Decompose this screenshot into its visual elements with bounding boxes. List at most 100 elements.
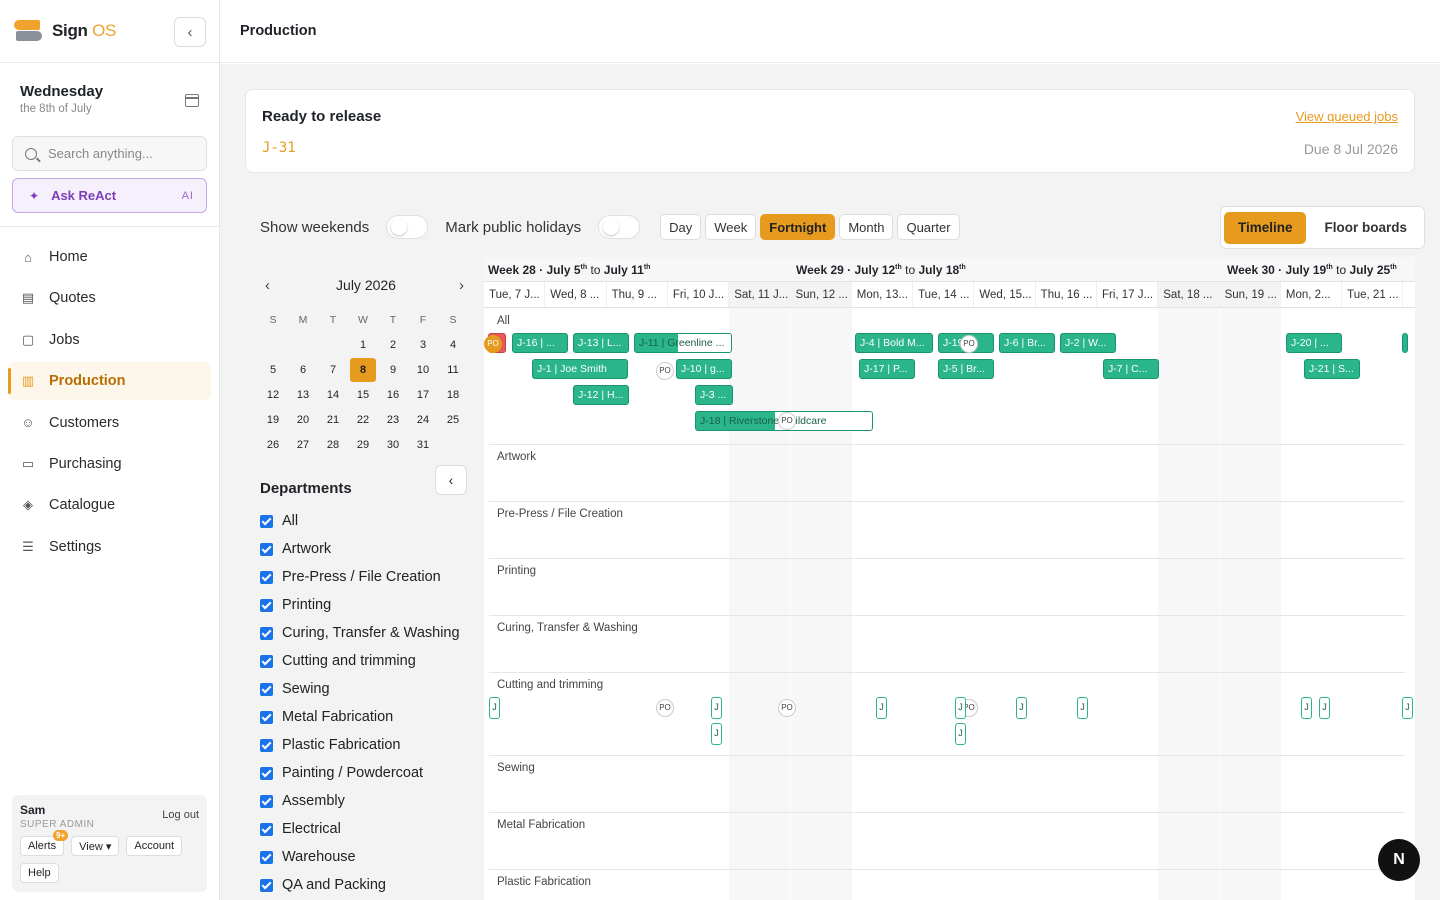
calendar-day[interactable]: 2 bbox=[380, 333, 406, 357]
department-item[interactable]: QA and Packing bbox=[260, 871, 460, 899]
range-month-button[interactable]: Month bbox=[839, 214, 894, 240]
calendar-day[interactable]: 10 bbox=[410, 358, 436, 382]
job-bar[interactable]: J-12 | H... bbox=[573, 385, 629, 405]
tab-timeline[interactable]: Timeline bbox=[1223, 211, 1307, 244]
department-item[interactable]: Sewing bbox=[260, 675, 460, 703]
department-item[interactable]: Plastic Fabrication bbox=[260, 731, 460, 759]
nav-item-catalogue[interactable]: ◈ Catalogue bbox=[8, 486, 211, 524]
job-bar[interactable]: J-2 | W... bbox=[1060, 333, 1116, 353]
checkbox[interactable] bbox=[260, 598, 273, 612]
calendar-day[interactable]: 22 bbox=[350, 408, 376, 432]
department-item[interactable]: Electrical bbox=[260, 815, 460, 843]
view-button[interactable]: View ▾ bbox=[71, 836, 120, 856]
department-item[interactable]: Artwork bbox=[260, 535, 460, 563]
job-marker[interactable]: J bbox=[489, 697, 500, 719]
account-button[interactable]: Account bbox=[126, 836, 183, 856]
calendar-day[interactable]: 30 bbox=[380, 433, 406, 457]
calendar-day[interactable]: 13 bbox=[290, 383, 316, 407]
job-bar[interactable] bbox=[1402, 333, 1408, 353]
range-week-button[interactable]: Week bbox=[705, 214, 757, 240]
calendar-day[interactable]: 12 bbox=[260, 383, 286, 407]
calendar-day[interactable]: 7 bbox=[320, 358, 346, 382]
nav-item-home[interactable]: ⌂ Home bbox=[8, 238, 211, 276]
job-bar[interactable]: J-13 | L... bbox=[573, 333, 629, 353]
checkbox[interactable] bbox=[260, 682, 273, 696]
calendar-day[interactable]: 21 bbox=[320, 408, 346, 432]
calendar-day[interactable]: 17 bbox=[410, 383, 436, 407]
job-marker[interactable]: J bbox=[1077, 697, 1088, 719]
calendar-day[interactable]: 23 bbox=[380, 408, 406, 432]
job-bar[interactable]: J-20 | ... bbox=[1286, 333, 1342, 353]
calendar-day[interactable]: 26 bbox=[260, 433, 286, 457]
calendar-day[interactable]: 19 bbox=[260, 408, 286, 432]
purchase-order-marker[interactable]: PO bbox=[778, 699, 796, 717]
nav-item-production[interactable]: ▥ Production bbox=[8, 362, 211, 401]
job-marker[interactable]: J bbox=[711, 697, 722, 719]
job-bar[interactable]: J-5 | Br... bbox=[938, 359, 994, 379]
view-queued-jobs-link[interactable]: View queued jobs bbox=[1296, 109, 1398, 124]
calendar-day[interactable]: 29 bbox=[350, 433, 376, 457]
job-bar[interactable]: J-1 | Joe Smith bbox=[532, 359, 628, 379]
purchase-order-marker[interactable]: PO bbox=[960, 335, 978, 353]
calendar-icon[interactable] bbox=[185, 94, 199, 107]
calendar-day[interactable]: 20 bbox=[290, 408, 316, 432]
calendar-day[interactable]: 16 bbox=[380, 383, 406, 407]
department-item[interactable]: Painting / Powdercoat bbox=[260, 759, 460, 787]
next-app-icon[interactable]: N bbox=[1378, 839, 1420, 881]
checkbox[interactable] bbox=[260, 710, 273, 724]
nav-item-purchasing[interactable]: ▭ Purchasing bbox=[8, 445, 211, 483]
department-item[interactable]: Warehouse bbox=[260, 843, 460, 871]
search-input[interactable]: Search anything... bbox=[12, 136, 207, 171]
calendar-day[interactable]: 27 bbox=[290, 433, 316, 457]
job-bar[interactable]: J-10 | g... bbox=[676, 359, 732, 379]
checkbox[interactable] bbox=[260, 654, 273, 668]
calendar-day[interactable]: 24 bbox=[410, 408, 436, 432]
checkbox[interactable] bbox=[260, 850, 273, 864]
range-day-button[interactable]: Day bbox=[660, 214, 702, 240]
calendar-day[interactable]: 9 bbox=[380, 358, 406, 382]
departments-collapse-button[interactable]: ‹ bbox=[435, 465, 467, 495]
help-button[interactable]: Help bbox=[20, 863, 59, 883]
checkbox[interactable] bbox=[260, 766, 273, 780]
checkbox[interactable] bbox=[260, 542, 273, 556]
nav-item-jobs[interactable]: ▢ Jobs bbox=[8, 321, 211, 359]
job-bar[interactable]: J-3 ... bbox=[695, 385, 733, 405]
checkbox[interactable] bbox=[260, 514, 273, 528]
checkbox[interactable] bbox=[260, 822, 273, 836]
calendar-day[interactable]: 15 bbox=[350, 383, 376, 407]
job-marker[interactable]: J bbox=[955, 697, 966, 719]
calendar-day[interactable]: 4 bbox=[440, 333, 466, 357]
range-quarter-button[interactable]: Quarter bbox=[897, 214, 960, 240]
nav-item-quotes[interactable]: ▤ Quotes bbox=[8, 279, 211, 317]
purchase-order-marker[interactable]: PO bbox=[778, 412, 796, 430]
job-marker[interactable]: J bbox=[1319, 697, 1330, 719]
checkbox[interactable] bbox=[260, 738, 273, 752]
job-marker[interactable]: J bbox=[1016, 697, 1027, 719]
calendar-day[interactable]: 8 bbox=[350, 357, 376, 382]
calendar-day[interactable]: 1 bbox=[350, 333, 376, 357]
public-holidays-toggle[interactable] bbox=[598, 215, 641, 239]
job-bar[interactable]: J-17 | P... bbox=[859, 359, 915, 379]
calendar-day[interactable]: 3 bbox=[410, 333, 436, 357]
calendar-day[interactable]: 25 bbox=[440, 408, 466, 432]
job-bar[interactable]: J-7 | C... bbox=[1103, 359, 1159, 379]
purchase-order-marker[interactable]: PO bbox=[656, 362, 674, 380]
ask-react-button[interactable]: ✦ Ask ReAct AI bbox=[12, 178, 207, 213]
department-item[interactable]: Curing, Transfer & Washing bbox=[260, 619, 460, 647]
purchase-order-marker[interactable]: PO bbox=[656, 699, 674, 717]
checkbox[interactable] bbox=[260, 878, 273, 892]
calendar-day[interactable]: 18 bbox=[440, 383, 466, 407]
nav-item-settings[interactable]: ☰ Settings bbox=[8, 528, 211, 566]
job-marker[interactable]: J bbox=[876, 697, 887, 719]
sidebar-collapse-button[interactable]: ‹ bbox=[174, 17, 206, 47]
calendar-day[interactable]: 14 bbox=[320, 383, 346, 407]
nav-item-customers[interactable]: ☺ Customers bbox=[8, 404, 211, 442]
range-fortnight-button[interactable]: Fortnight bbox=[760, 214, 836, 240]
checkbox[interactable] bbox=[260, 626, 273, 640]
department-item[interactable]: Assembly bbox=[260, 787, 460, 815]
job-marker[interactable]: J bbox=[955, 723, 966, 745]
job-marker[interactable]: J bbox=[711, 723, 722, 745]
release-job-link[interactable]: J-31 bbox=[262, 140, 296, 156]
department-item[interactable]: All bbox=[260, 507, 460, 535]
calendar-day[interactable]: 11 bbox=[440, 358, 466, 382]
